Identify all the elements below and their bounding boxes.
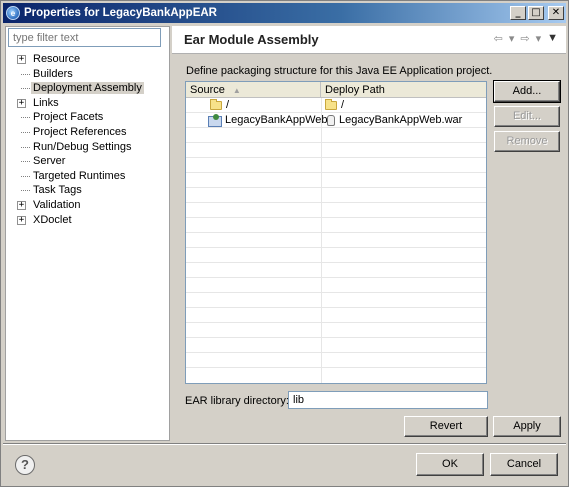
source-cell: LegacyBankAppWeb xyxy=(225,114,328,126)
tree-item-resource[interactable]: + Resource xyxy=(9,52,167,67)
tree-item-server[interactable]: Server xyxy=(9,154,167,169)
page-description: Define packaging structure for this Java… xyxy=(186,65,493,77)
back-menu-icon[interactable]: ▾ xyxy=(509,32,515,45)
web-project-icon xyxy=(208,114,222,127)
expand-icon[interactable]: + xyxy=(17,55,26,64)
page-header: Ear Module Assembly ⇦ ▾ ⇨ ▾ ▼ xyxy=(172,26,566,54)
column-header-source[interactable]: Source ▲ xyxy=(186,82,321,98)
deploy-path-cell[interactable]: / xyxy=(325,98,344,112)
tree-item-builders[interactable]: Builders xyxy=(9,67,167,82)
back-arrow-icon[interactable]: ⇦ xyxy=(494,32,503,45)
table-header: Source ▲ Deploy Path xyxy=(186,82,486,98)
apply-button[interactable]: Apply xyxy=(493,416,561,437)
expand-icon[interactable]: + xyxy=(17,215,26,225)
filter-input[interactable] xyxy=(8,28,161,47)
tree-item-label: Links xyxy=(33,96,59,109)
expand-icon[interactable]: + xyxy=(17,200,26,210)
tree-item-links[interactable]: + Links xyxy=(9,96,167,111)
tree-item-label: Deployment Assembly xyxy=(31,82,144,95)
properties-dialog: e Properties for LegacyBankAppEAR _ □ ✕ … xyxy=(0,0,569,487)
assembly-table[interactable]: Source ▲ Deploy Path / / LegacyBankAppWe… xyxy=(185,81,487,384)
tree-item-label: Run/Debug Settings xyxy=(33,140,132,153)
tree-item-task-tags[interactable]: Task Tags xyxy=(9,183,167,198)
war-file-icon xyxy=(327,114,335,126)
tree-item-label: Server xyxy=(33,155,66,168)
deploy-path-cell[interactable]: LegacyBankAppWeb.war xyxy=(325,113,462,127)
tree-item-label: Builders xyxy=(33,67,73,80)
table-row[interactable]: LegacyBankAppWeb xyxy=(208,113,328,127)
revert-button[interactable]: Revert xyxy=(404,416,488,437)
view-menu-icon[interactable]: ▼ xyxy=(547,32,558,45)
eclipse-icon: e xyxy=(6,6,20,20)
minimize-button[interactable]: _ xyxy=(510,6,526,20)
title-bar[interactable]: e Properties for LegacyBankAppEAR _ □ ✕ xyxy=(3,3,566,23)
tree-item-label: Validation xyxy=(33,198,81,211)
expand-icon[interactable]: + xyxy=(17,98,26,108)
tree-item-project-references[interactable]: Project References xyxy=(9,125,167,140)
edit-button[interactable]: Edit... xyxy=(494,106,560,127)
divider xyxy=(3,443,566,445)
page-navigation: ⇦ ▾ ⇨ ▾ ▼ xyxy=(494,32,558,45)
tree-item-label: Project References xyxy=(33,125,127,138)
help-icon[interactable]: ? xyxy=(15,455,35,475)
property-tree: + Resource Builders Deployment Assembly … xyxy=(9,52,167,227)
page-title: Ear Module Assembly xyxy=(184,32,319,47)
column-header-deploy-path[interactable]: Deploy Path xyxy=(321,82,486,98)
forward-menu-icon[interactable]: ▾ xyxy=(536,32,542,45)
tree-item-label: XDoclet xyxy=(33,213,72,226)
tree-item-deployment-assembly[interactable]: Deployment Assembly xyxy=(9,81,167,96)
tree-item-project-facets[interactable]: Project Facets xyxy=(9,110,167,125)
tree-item-validation[interactable]: + Validation xyxy=(9,198,167,213)
tree-item-label: Task Tags xyxy=(33,184,82,197)
tree-item-label: Resource xyxy=(33,53,81,65)
table-row[interactable]: / xyxy=(210,98,229,112)
tree-item-label: Targeted Runtimes xyxy=(33,169,126,182)
sort-ascending-icon: ▲ xyxy=(232,86,241,95)
folder-icon xyxy=(325,98,337,110)
window-title: Properties for LegacyBankAppEAR xyxy=(24,7,217,19)
remove-button[interactable]: Remove xyxy=(494,131,560,152)
cancel-button[interactable]: Cancel xyxy=(490,453,558,476)
forward-arrow-icon[interactable]: ⇨ xyxy=(520,32,529,45)
tree-item-xdoclet[interactable]: + XDoclet xyxy=(9,213,167,228)
tree-item-run-debug-settings[interactable]: Run/Debug Settings xyxy=(9,140,167,155)
maximize-button[interactable]: □ xyxy=(528,6,544,20)
close-button[interactable]: ✕ xyxy=(548,6,564,20)
add-button[interactable]: Add... xyxy=(493,80,561,103)
ok-button[interactable]: OK xyxy=(416,453,484,476)
tree-item-label: Project Facets xyxy=(33,111,104,124)
ear-library-input[interactable] xyxy=(288,391,488,409)
folder-icon xyxy=(210,98,222,110)
ear-library-label: EAR library directory: xyxy=(185,395,289,407)
source-cell: / xyxy=(226,99,230,111)
tree-item-targeted-runtimes[interactable]: Targeted Runtimes xyxy=(9,169,167,184)
